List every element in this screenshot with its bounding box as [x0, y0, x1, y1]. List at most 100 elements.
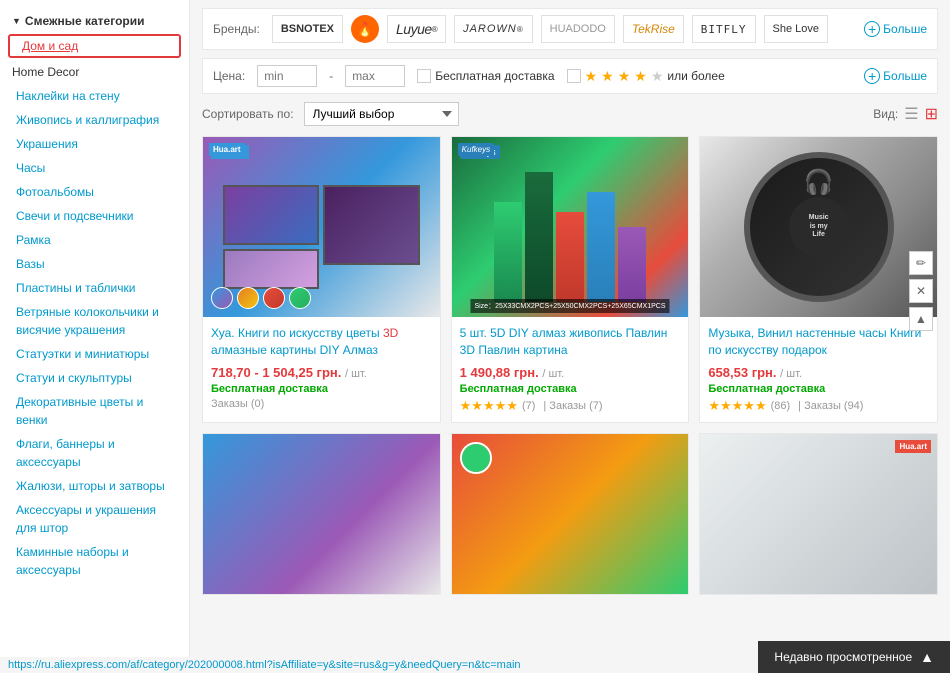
status-url: https://ru.aliexpress.com/af/category/20… — [8, 659, 521, 671]
stars-2: ★★★★★ — [460, 398, 518, 414]
brand-texrise[interactable]: TekRise — [623, 15, 684, 43]
brand-orange[interactable]: 🔥 — [351, 15, 379, 43]
product-unit-1: / шт. — [345, 368, 367, 380]
product-img-4 — [203, 434, 440, 594]
product-delivery-3: Бесплатная доставка — [708, 383, 929, 395]
price-max-input[interactable] — [345, 65, 405, 87]
product-card-1[interactable]: Hua.art Хуа. — [202, 136, 441, 423]
free-delivery-checkbox[interactable] — [417, 69, 431, 83]
brand-huadodo[interactable]: HUADODO — [541, 15, 615, 43]
star-5-empty: ★ — [651, 68, 664, 85]
sidebar-item-14[interactable]: Жалюзи, шторы и затворы — [0, 474, 189, 498]
close-btn-3[interactable]: ✕ — [909, 279, 933, 303]
product-grid: Hua.art Хуа. — [202, 136, 938, 595]
brand-badge-2: Kufkeys — [458, 143, 494, 156]
sidebar-item-7[interactable]: Вазы — [0, 252, 189, 276]
free-delivery-label: Бесплатная доставка — [435, 69, 554, 83]
product-card-6[interactable]: Hua.art — [699, 433, 938, 595]
size-label-2: Size：25X33CMX2PCS+25X50CMX2PCS+25X65CMX1… — [470, 299, 669, 313]
up-btn-3[interactable]: ▲ — [909, 307, 933, 331]
brand-badge-6: Hua.art — [895, 440, 931, 453]
product-price-text-2: 1 490,88 грн. — [460, 365, 539, 380]
sidebar-item-9[interactable]: Ветряные колокольчики и висячие украшени… — [0, 300, 189, 342]
price-min-input[interactable] — [257, 65, 317, 87]
product-title-1[interactable]: Хуа. Книги по искусству цветы 3D алмазны… — [211, 325, 432, 359]
product-card-4[interactable] — [202, 433, 441, 595]
product-title-2[interactable]: 5 шт. 5D DIY алмаз живопись Павлин 3D Па… — [460, 325, 681, 359]
brand-bsnotex[interactable]: BSNOTEX — [272, 15, 343, 43]
product-title-3[interactable]: Музыка, Винил настенные часы Книги по ис… — [708, 325, 929, 359]
filter-bar: Цена: - Бесплатная доставка ★ ★ ★ ★ ★ ил… — [202, 58, 938, 94]
brand-luyue[interactable]: Luyue® — [387, 15, 446, 43]
sidebar-dom-link[interactable]: Дом и сад — [8, 34, 181, 58]
recently-viewed-arrow: ▲ — [920, 649, 934, 665]
rating-label: или более — [667, 69, 724, 83]
product-card-3[interactable]: Musicis myLife 🎧 ♪♫ ✏ ✕ ▲ — [699, 136, 938, 423]
product-info-2: 5 шт. 5D DIY алмаз живопись Павлин 3D Па… — [452, 317, 689, 422]
rating-count-3: (86) — [771, 400, 791, 412]
sort-bar: Сортировать по: Лучший выбор Новинки Цен… — [202, 102, 938, 126]
edit-btn-3[interactable]: ✏ — [909, 251, 933, 275]
product-unit-2: / шт. — [542, 368, 564, 380]
brands-more-label: Больше — [883, 22, 927, 36]
brand-bitfly[interactable]: BITFLY — [692, 15, 756, 43]
product-price-text-3: 658,53 грн. — [708, 365, 776, 380]
product-info-1: Хуа. Книги по искусству цветы 3D алмазны… — [203, 317, 440, 418]
star-3: ★ — [618, 68, 631, 85]
stars-filter[interactable]: ★ ★ ★ ★ ★ или более — [567, 68, 725, 85]
brands-label: Бренды: — [213, 22, 260, 36]
orders-text-3: | Заказы (94) — [798, 400, 863, 412]
brand-badge-5 — [460, 442, 492, 474]
sidebar-item-11[interactable]: Статуи и скульптуры — [0, 366, 189, 390]
product-img-2: Kufkeys Size：25X33CMX2PCS+25X50CMX2PCS+2… — [452, 137, 689, 317]
status-bar: https://ru.aliexpress.com/af/category/20… — [0, 657, 529, 673]
product-price-text-1: 718,70 - 1 504,25 грн. — [211, 365, 341, 380]
recently-viewed-label: Недавно просмотренное — [774, 650, 912, 664]
recently-viewed-bar[interactable]: Недавно просмотренное ▲ — [758, 641, 950, 673]
sidebar-item-16[interactable]: Каминные наборы и аксессуары — [0, 540, 189, 582]
sidebar-item-6[interactable]: Рамка — [0, 228, 189, 252]
sidebar-item-12[interactable]: Декоративные цветы и венки — [0, 390, 189, 432]
product-img-1: Hua.art — [203, 137, 440, 317]
orders-text-2: | Заказы (7) — [543, 400, 602, 412]
sidebar-items: Наклейки на стенуЖивопись и каллиграфияУ… — [0, 84, 189, 582]
filters-more-label: Больше — [883, 69, 927, 83]
sidebar-item-10[interactable]: Статуэтки и миниатюры — [0, 342, 189, 366]
sidebar-header: Смежные категории — [0, 8, 189, 32]
product-img-3: Musicis myLife 🎧 ♪♫ — [700, 137, 937, 317]
more-circle-icon: + — [864, 21, 880, 37]
sidebar-item-5[interactable]: Свечи и подсвечники — [0, 204, 189, 228]
stars-3: ★★★★★ — [708, 398, 766, 414]
brand-jarown[interactable]: JAROWN® — [454, 15, 533, 43]
sidebar-item-0[interactable]: Наклейки на стену — [0, 84, 189, 108]
stars-checkbox[interactable] — [567, 69, 581, 83]
sidebar-item-2[interactable]: Украшения — [0, 132, 189, 156]
filters-more-btn[interactable]: + Больше — [864, 68, 927, 84]
sidebar-item-4[interactable]: Фотоальбомы — [0, 180, 189, 204]
price-label: Цена: — [213, 69, 245, 83]
view-grid-icon[interactable]: ⊞ — [925, 104, 938, 124]
sidebar-item-8[interactable]: Пластины и таблички — [0, 276, 189, 300]
brand-shelove[interactable]: She Love — [764, 15, 828, 43]
sidebar-subcategory-title: Home Decor — [0, 62, 189, 84]
view-list-icon[interactable]: ☰ — [904, 104, 918, 124]
sidebar-header-text: Смежные категории — [25, 14, 145, 28]
sidebar-item-3[interactable]: Часы — [0, 156, 189, 180]
card-actions-3: ✏ ✕ ▲ — [909, 251, 933, 331]
brands-more-btn[interactable]: + Больше — [864, 21, 927, 37]
product-card-2[interactable]: Kufkeys Size：25X33CMX2PCS+25X50CMX2PCS+2… — [451, 136, 690, 423]
product-info-3: Музыка, Винил настенные часы Книги по ис… — [700, 317, 937, 422]
product-card-5[interactable] — [451, 433, 690, 595]
sidebar-item-1[interactable]: Живопись и каллиграфия — [0, 108, 189, 132]
price-dash: - — [329, 69, 333, 83]
product-rating-3: ★★★★★ (86) | Заказы (94) — [708, 398, 929, 414]
sort-select[interactable]: Лучший выбор Новинки Цена по возрастанию… — [304, 102, 459, 126]
sidebar-item-13[interactable]: Флаги, баннеры и аксессуары — [0, 432, 189, 474]
product-img-6: Hua.art — [700, 434, 937, 594]
main-content: Бренды: BSNOTEX 🔥 Luyue® JAROWN® HUADODO… — [190, 0, 950, 673]
product-rating-2: ★★★★★ (7) | Заказы (7) — [460, 398, 681, 414]
free-delivery-filter[interactable]: Бесплатная доставка — [417, 69, 554, 83]
product-delivery-1: Бесплатная доставка — [211, 383, 432, 395]
view-label-text: Вид: — [873, 107, 898, 121]
sidebar-item-15[interactable]: Аксессуары и украшения для штор — [0, 498, 189, 540]
